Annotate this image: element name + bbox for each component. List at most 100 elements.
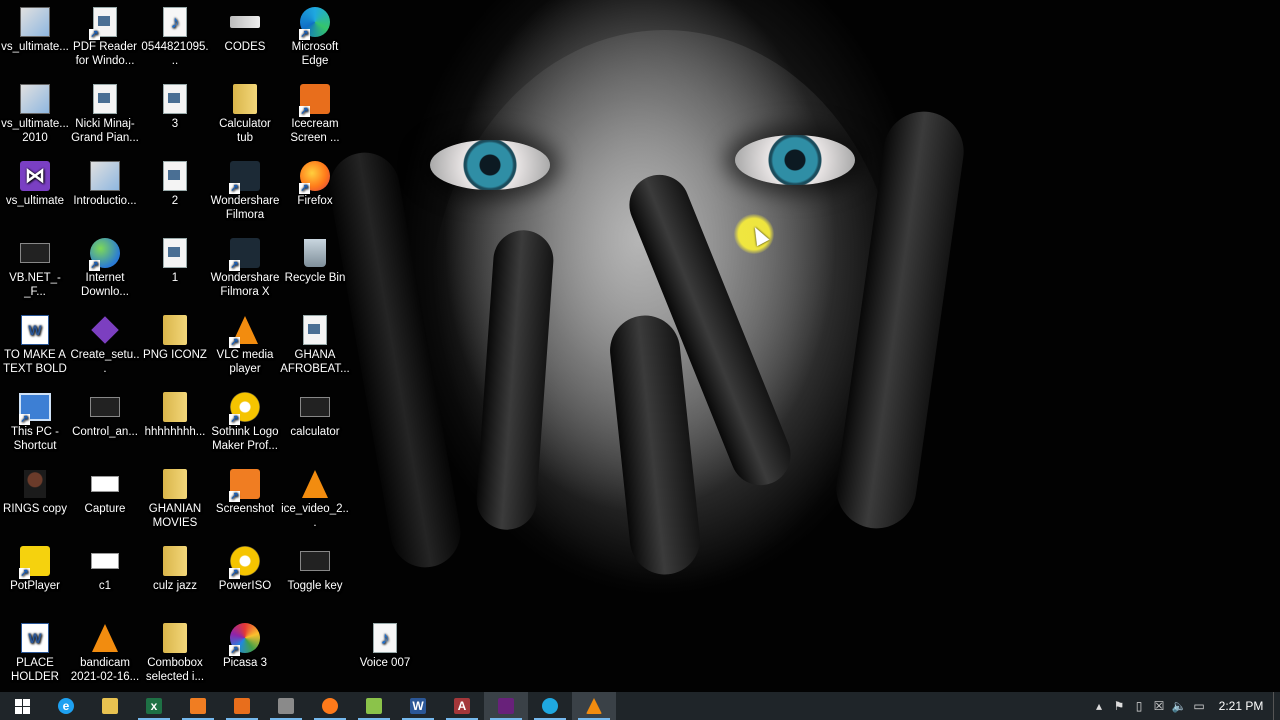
desktop-icon-label: vs_ultimate... — [1, 41, 69, 53]
desktop-icon-label: Combobox selected i... — [145, 657, 205, 683]
phone-icon[interactable]: ▯ — [1129, 692, 1149, 720]
edge-icon — [299, 6, 331, 40]
taskbar-notepad-plus-button[interactable] — [352, 692, 396, 720]
desktop-icon-label: GHANIAN MOVIES — [148, 503, 202, 529]
desktop-icon-vlc-media-player[interactable]: VLC media player — [210, 314, 280, 376]
taskbar-access-button[interactable]: A — [440, 692, 484, 720]
vlc-icon — [229, 314, 261, 348]
flag-icon[interactable]: ⚑ — [1109, 692, 1129, 720]
excel-icon: x — [146, 698, 162, 714]
desktop-icon-label: RINGS copy — [3, 503, 67, 515]
screenshot-icon — [234, 698, 250, 714]
desktop-icon-poweriso[interactable]: PowerISO — [210, 545, 280, 593]
desktop-icon-combobox-selected-i[interactable]: Combobox selected i... — [140, 622, 210, 684]
avatar-icon — [19, 468, 51, 500]
desktop-icon-label: Internet Downlo... — [81, 272, 129, 298]
desktop-icon-introductio[interactable]: Introductio... — [70, 160, 140, 208]
pc-icon — [19, 391, 51, 425]
access-icon: A — [454, 698, 470, 714]
desktop-icon-label: 3 — [171, 118, 179, 130]
desktop-icon-vs-ultimate[interactable]: vs_ultimate... — [0, 6, 70, 54]
desktop-icon-label: bandicam 2021-02-16... — [70, 657, 140, 683]
taskbar-icecream-screen-recorder-button[interactable] — [176, 692, 220, 720]
taskbar-screenshot-button[interactable] — [220, 692, 264, 720]
desktop-icon-screenshot[interactable]: Screenshot — [210, 468, 280, 516]
desktop-icon-create-setu[interactable]: Create_setu... — [70, 314, 140, 376]
desktop-icon-c1[interactable]: c1 — [70, 545, 140, 593]
desktop-icon-picasa-3[interactable]: Picasa 3 — [210, 622, 280, 670]
file-icon — [159, 237, 191, 269]
internet-explorer-icon: e — [58, 698, 74, 714]
taskbar-visual-studio-button[interactable] — [484, 692, 528, 720]
folder-icon — [159, 391, 191, 423]
desktop-icon-calculator[interactable]: calculator — [280, 391, 350, 439]
desktop-icon-label: Icecream Screen ... — [290, 118, 340, 144]
black-icon — [89, 391, 121, 423]
desktop-icon-3[interactable]: 3 — [140, 83, 210, 131]
show-desktop-button[interactable] — [1273, 692, 1280, 720]
start-button[interactable] — [0, 692, 44, 720]
desktop-icon-bandicam-2021-02-16[interactable]: bandicam 2021-02-16... — [70, 622, 140, 684]
desktop-icon-rings-copy[interactable]: RINGS copy — [0, 468, 70, 516]
desktop-icon-label: Picasa 3 — [222, 657, 268, 669]
desktop-icon-potplayer[interactable]: PotPlayer — [0, 545, 70, 593]
desktop-icon-internet-downlo[interactable]: Internet Downlo... — [70, 237, 140, 299]
desktop-icon-firefox[interactable]: Firefox — [280, 160, 350, 208]
appwin-icon — [19, 6, 51, 38]
desktop-icon-label: Recycle Bin — [284, 272, 346, 284]
volume-icon[interactable]: 🔈 — [1169, 692, 1189, 720]
orange-icon — [229, 468, 261, 502]
file-icon — [299, 314, 331, 346]
desktop-icon-ice-video-2[interactable]: ice_video_2... — [280, 468, 350, 530]
desktop-icon-2[interactable]: 2 — [140, 160, 210, 208]
desktop-icon-vs-ultimate-2010[interactable]: vs_ultimate... 2010 — [0, 83, 70, 145]
desktop-icon-wondershare-filmora[interactable]: Wondershare Filmora — [210, 160, 280, 222]
desktop-icon-calculator-tub[interactable]: Calculator tub — [210, 83, 280, 145]
desktop-icon-culz-jazz[interactable]: culz jazz — [140, 545, 210, 593]
desktop-icon-voice-007[interactable]: ♪ Voice 007 — [350, 622, 420, 670]
desktop-icon-label: Microsoft Edge — [291, 41, 339, 67]
desktop-icon-recycle-bin[interactable]: Recycle Bin — [280, 237, 350, 285]
taskbar: e x W A ▴ ⚑ ▯ ☒ 🔈 ▭ 2:21 PM — [0, 692, 1280, 720]
desktop-icon-label: Screenshot — [215, 503, 275, 515]
desktop-icon-nicki-minaj-grand-pian[interactable]: Nicki Minaj- Grand Pian... — [70, 83, 140, 145]
desktop-icon-toggle-key[interactable]: Toggle key — [280, 545, 350, 593]
taskbar-excel-button[interactable]: x — [132, 692, 176, 720]
taskbar-word-button[interactable]: W — [396, 692, 440, 720]
desktop-icon-vb-net-f[interactable]: VB.NET_-_F... — [0, 237, 70, 299]
desktop-icon-ghana-afrobeat[interactable]: GHANA AFROBEAT... — [280, 314, 350, 376]
desktop-icon-microsoft-edge[interactable]: Microsoft Edge — [280, 6, 350, 68]
desktop-icon-1[interactable]: 1 — [140, 237, 210, 285]
desktop-icon-codes[interactable]: CODES — [210, 6, 280, 54]
desktop-icon-0544821095[interactable]: ♪ 0544821095... — [140, 6, 210, 68]
desktop-icon-pdf-reader-for-windo[interactable]: PDF Reader for Windo... — [70, 6, 140, 68]
clock[interactable]: 2:21 PM — [1209, 699, 1273, 713]
desktop-icon-hhhhhhhh[interactable]: hhhhhhhh... — [140, 391, 210, 439]
show-hidden-icons-icon[interactable]: ▴ — [1089, 692, 1109, 720]
taskbar-firefox-button[interactable] — [308, 692, 352, 720]
desktop-icon-label: VB.NET_-_F... — [9, 272, 61, 298]
taskbar-vlc-button[interactable] — [572, 692, 616, 720]
desktop-icon-this-pc-shortcut[interactable]: This PC - Shortcut — [0, 391, 70, 453]
taskbar-internet-explorer-button[interactable]: e — [44, 692, 88, 720]
desktop-icon-icecream-screen[interactable]: Icecream Screen ... — [280, 83, 350, 145]
taskbar-file-explorer-button[interactable] — [88, 692, 132, 720]
firefox-icon — [322, 698, 338, 714]
desktop-icon-ghanian-movies[interactable]: GHANIAN MOVIES — [140, 468, 210, 530]
desktop-icon-to-make-a-text-bold[interactable]: W TO MAKE A TEXT BOLD — [0, 314, 70, 376]
desktop-icon-control-an[interactable]: Control_an... — [70, 391, 140, 439]
desktop-icon-vs-ultimate[interactable]: ⋈ vs_ultimate — [0, 160, 70, 208]
desktop-icon-label: vs_ultimate... 2010 — [1, 118, 69, 144]
desktop-icon-sothink-logo-maker-prof[interactable]: Sothink Logo Maker Prof... — [210, 391, 280, 453]
taskbar-edge-button[interactable] — [528, 692, 572, 720]
taskbar-bandicam-button[interactable] — [264, 692, 308, 720]
purple-icon: ⋈ — [19, 160, 51, 192]
cube-icon — [89, 314, 121, 346]
desktop-icon-label: This PC - Shortcut — [11, 426, 59, 452]
ime-icon[interactable]: ▭ — [1189, 692, 1209, 720]
desktop-icon-png-iconz[interactable]: PNG ICONZ — [140, 314, 210, 362]
desktop-icon-capture[interactable]: Capture — [70, 468, 140, 516]
desktop-icon-place-holder[interactable]: W PLACE HOLDER — [0, 622, 70, 684]
desktop-icon-wondershare-filmora-x[interactable]: Wondershare Filmora X — [210, 237, 280, 299]
network-icon[interactable]: ☒ — [1149, 692, 1169, 720]
